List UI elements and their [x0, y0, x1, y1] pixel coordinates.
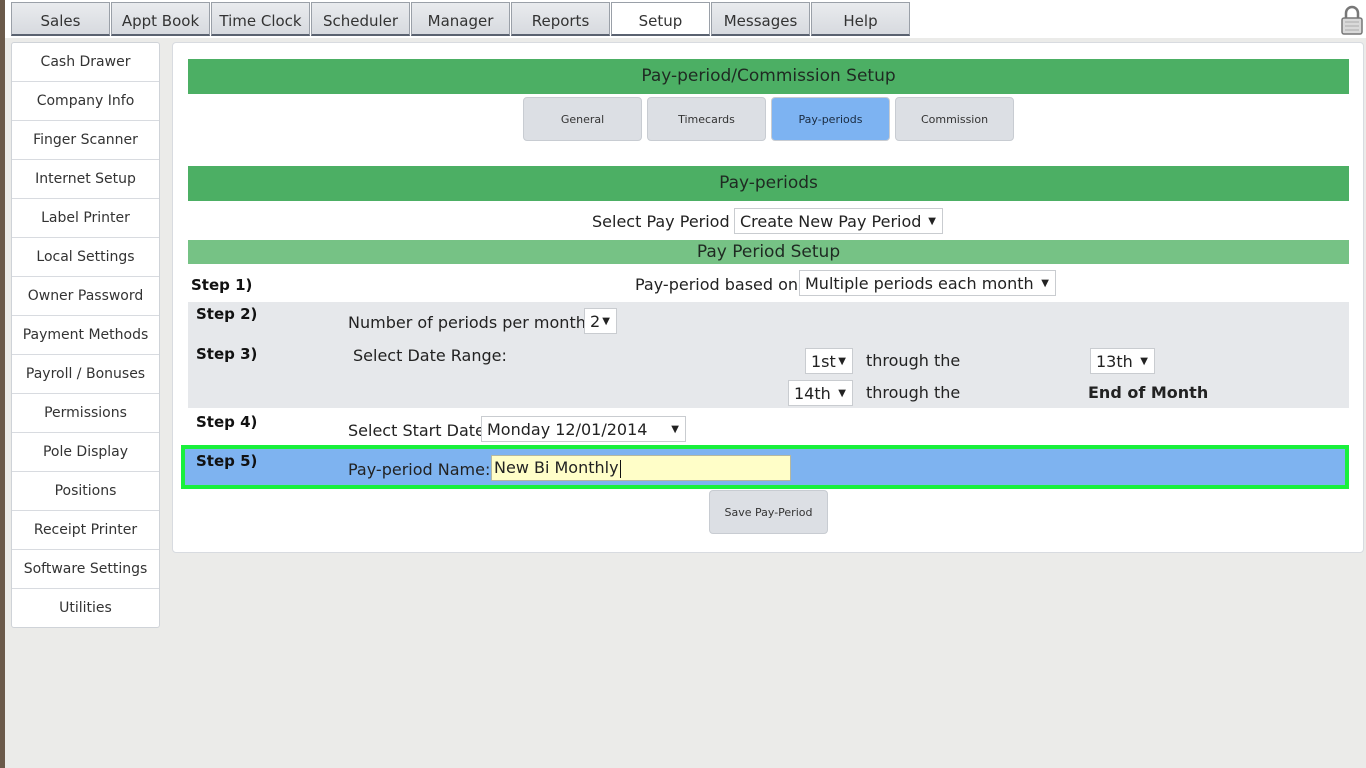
periods-per-month-value: 2 [590, 312, 601, 331]
tab-help[interactable]: Help [811, 2, 910, 36]
sidebar-item-label-printer[interactable]: Label Printer [12, 199, 159, 238]
lock-icon[interactable] [1339, 4, 1365, 36]
periods-per-month-dropdown[interactable]: 2 ▼ [584, 308, 617, 334]
range2-to-label: End of Month [1088, 383, 1209, 402]
page-title: Pay-period/Commission Setup [188, 59, 1349, 94]
chevron-down-icon: ▼ [602, 316, 610, 327]
pay-period-name-label: Pay-period Name: [348, 460, 491, 479]
step5-row: Step 5) Pay-period Name: New Bi Monthly [181, 445, 1349, 489]
start-date-value: Monday 12/01/2014 [487, 420, 648, 439]
step3-label: Step 3) [196, 345, 258, 363]
range1-from-dropdown[interactable]: 1st ▼ [805, 348, 853, 374]
sidebar-item-payroll-bonuses[interactable]: Payroll / Bonuses [12, 355, 159, 394]
pay-period-based-on-label: Pay-period based on: [635, 275, 804, 294]
sidebar-item-finger-scanner[interactable]: Finger Scanner [12, 121, 159, 160]
chevron-down-icon: ▼ [928, 216, 936, 227]
tab-manager[interactable]: Manager [411, 2, 510, 36]
sidebar-item-pole-display[interactable]: Pole Display [12, 433, 159, 472]
tab-messages[interactable]: Messages [711, 2, 810, 36]
range2-from-dropdown[interactable]: 14th ▼ [788, 380, 853, 406]
chevron-down-icon: ▼ [838, 356, 846, 367]
pay-period-based-on-value: Multiple periods each month [805, 274, 1034, 293]
setup-sidebar: Cash Drawer Company Info Finger Scanner … [11, 42, 160, 628]
tab-scheduler[interactable]: Scheduler [311, 2, 410, 36]
range1-through-label: through the [866, 351, 961, 370]
date-range-label: Select Date Range: [353, 346, 507, 365]
tab-sales[interactable]: Sales [11, 2, 110, 36]
range2-from-value: 14th [794, 384, 831, 403]
pay-period-name-value: New Bi Monthly [494, 458, 619, 477]
sidebar-item-positions[interactable]: Positions [12, 472, 159, 511]
subtab-general[interactable]: General [523, 97, 642, 141]
start-date-label: Select Start Date: [348, 421, 491, 440]
range1-to-dropdown[interactable]: 13th ▼ [1090, 348, 1155, 374]
step1-row: Step 1) Pay-period based on: Multiple pe… [188, 264, 1349, 302]
save-pay-period-button[interactable]: Save Pay-Period [709, 490, 828, 534]
text-caret [619, 459, 621, 478]
sidebar-item-internet-setup[interactable]: Internet Setup [12, 160, 159, 199]
chevron-down-icon: ▼ [838, 388, 846, 399]
select-pay-period-label: Select Pay Period : [592, 212, 741, 231]
sidebar-item-cash-drawer[interactable]: Cash Drawer [12, 43, 159, 82]
subtab-commission[interactable]: Commission [895, 97, 1014, 141]
chevron-down-icon: ▼ [1140, 356, 1148, 367]
chevron-down-icon: ▼ [1041, 278, 1049, 289]
sidebar-item-utilities[interactable]: Utilities [12, 589, 159, 627]
sidebar-item-payment-methods[interactable]: Payment Methods [12, 316, 159, 355]
select-pay-period-value: Create New Pay Period [740, 212, 922, 231]
range2-through-label: through the [866, 383, 961, 402]
step5-label: Step 5) [196, 452, 258, 470]
step4-row: Step 4) Select Start Date: Monday 12/01/… [188, 408, 1349, 446]
sidebar-item-software-settings[interactable]: Software Settings [12, 550, 159, 589]
window-edge [0, 0, 5, 768]
tab-setup[interactable]: Setup [611, 2, 710, 36]
section-title: Pay-periods [188, 166, 1349, 201]
setup-title: Pay Period Setup [188, 240, 1349, 264]
tab-reports[interactable]: Reports [511, 2, 610, 36]
pay-period-based-on-dropdown[interactable]: Multiple periods each month ▼ [799, 270, 1056, 296]
top-nav: Sales Appt Book Time Clock Scheduler Man… [5, 0, 1366, 38]
main-panel: Pay-period/Commission Setup General Time… [172, 42, 1364, 553]
pay-period-name-input[interactable]: New Bi Monthly [491, 455, 791, 481]
periods-per-month-label: Number of periods per month: [348, 313, 592, 332]
tab-time-clock[interactable]: Time Clock [211, 2, 310, 36]
sidebar-item-receipt-printer[interactable]: Receipt Printer [12, 511, 159, 550]
chevron-down-icon: ▼ [671, 424, 679, 435]
start-date-dropdown[interactable]: Monday 12/01/2014 ▼ [481, 416, 686, 442]
sidebar-item-permissions[interactable]: Permissions [12, 394, 159, 433]
step2-row: Step 2) Number of periods per month: 2 ▼ [188, 302, 1349, 340]
tab-appt-book[interactable]: Appt Book [111, 2, 210, 36]
step2-label: Step 2) [196, 305, 258, 323]
subtab-timecards[interactable]: Timecards [647, 97, 766, 141]
subtab-pay-periods[interactable]: Pay-periods [771, 97, 890, 141]
step4-label: Step 4) [196, 413, 258, 431]
sidebar-item-owner-password[interactable]: Owner Password [12, 277, 159, 316]
range1-from-value: 1st [811, 352, 836, 371]
step3-row: Step 3) Select Date Range: 1st ▼ through … [188, 340, 1349, 408]
sidebar-item-local-settings[interactable]: Local Settings [12, 238, 159, 277]
sidebar-item-company-info[interactable]: Company Info [12, 82, 159, 121]
step1-label: Step 1) [191, 276, 253, 294]
select-pay-period-dropdown[interactable]: Create New Pay Period ▼ [734, 208, 943, 234]
range1-to-value: 13th [1096, 352, 1133, 371]
